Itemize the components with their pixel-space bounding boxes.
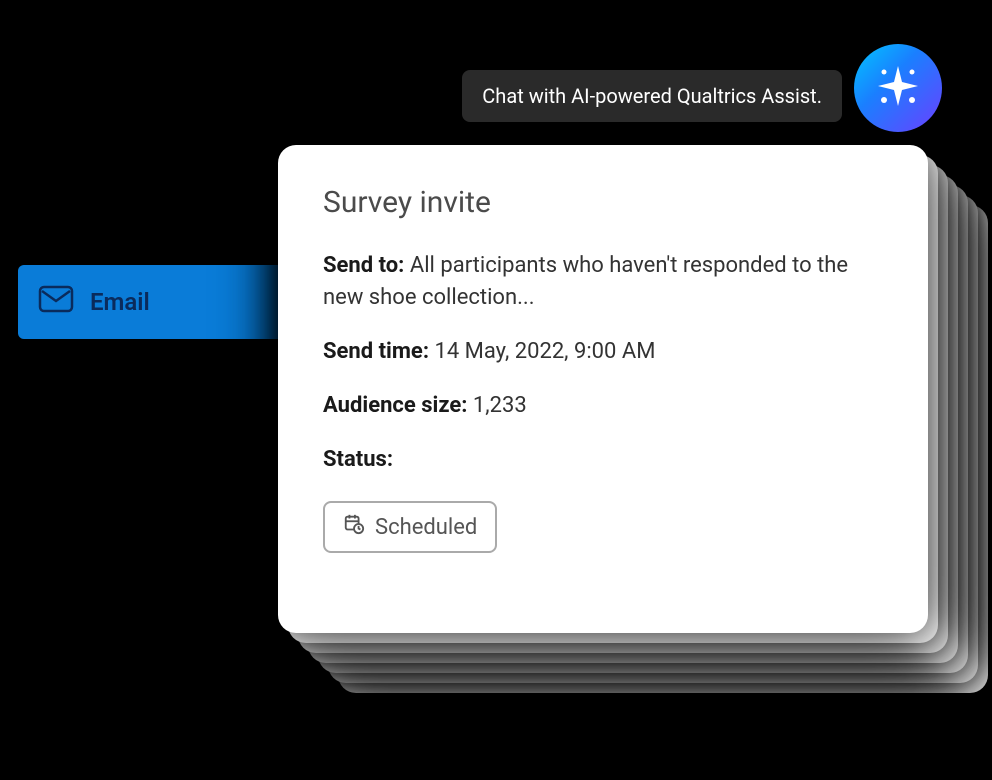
status-field: Status: (323, 444, 883, 476)
survey-invite-card: Survey invite Send to: All participants … (278, 145, 928, 633)
card-title: Survey invite (323, 185, 883, 220)
audience-size-value: 1,233 (473, 393, 527, 418)
send-time-field: Send time: 14 May, 2022, 9:00 AM (323, 336, 883, 368)
send-to-field: Send to: All participants who haven't re… (323, 250, 883, 314)
send-time-label: Send time: (323, 339, 429, 364)
mail-icon (38, 285, 74, 319)
audience-size-field: Audience size: 1,233 (323, 390, 883, 422)
qualtrics-assist-button[interactable] (854, 44, 942, 132)
calendar-clock-icon (343, 513, 365, 541)
audience-size-label: Audience size: (323, 393, 467, 418)
send-time-value: 14 May, 2022, 9:00 AM (434, 339, 655, 364)
send-to-label: Send to: (323, 253, 404, 278)
status-value: Scheduled (375, 515, 477, 540)
assist-tooltip: Chat with AI-powered Qualtrics Assist. (462, 70, 842, 122)
email-tab-label: Email (90, 288, 150, 316)
email-tab[interactable]: Email (18, 265, 288, 339)
status-badge: Scheduled (323, 501, 497, 553)
tooltip-text: Chat with AI-powered Qualtrics Assist. (482, 84, 822, 108)
sparkle-icon (874, 62, 922, 114)
status-label: Status: (323, 447, 393, 472)
